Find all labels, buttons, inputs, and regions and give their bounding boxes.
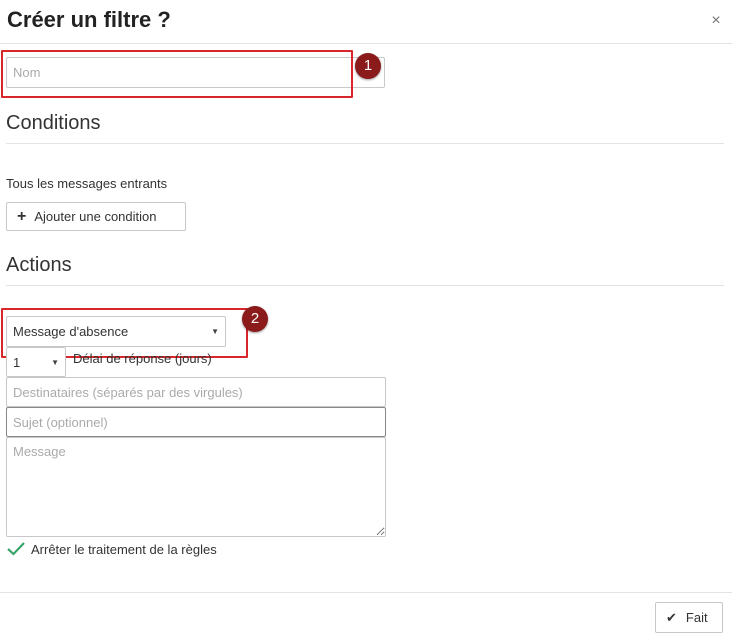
- delay-days-select[interactable]: 1 ▼: [6, 347, 66, 377]
- plus-icon: +: [17, 207, 27, 225]
- checkmark-icon: [7, 542, 25, 556]
- done-label: Fait: [685, 610, 708, 625]
- annotation-badge-1: 1: [355, 53, 381, 79]
- done-button[interactable]: ✔ Fait: [655, 602, 723, 633]
- close-icon[interactable]: ×: [707, 10, 725, 32]
- stop-processing-checkbox[interactable]: Arrêter le traitement de la règles: [6, 541, 217, 557]
- conditions-description: Tous les messages entrants: [6, 176, 168, 191]
- footer-divider: [0, 592, 732, 593]
- delay-days-label: Délai de réponse (jours): [73, 351, 212, 366]
- annotation-badge-2: 2: [242, 306, 268, 332]
- actions-divider: [6, 285, 724, 286]
- add-condition-button[interactable]: + Ajouter une condition: [6, 202, 186, 231]
- conditions-divider: [6, 143, 724, 144]
- subject-input[interactable]: [6, 407, 386, 437]
- annotation-highlight-1: [1, 50, 353, 98]
- message-textarea[interactable]: [6, 437, 386, 537]
- title-divider: [0, 43, 732, 44]
- conditions-heading: Conditions: [6, 112, 101, 134]
- delay-days-value: 1: [13, 354, 21, 370]
- add-condition-label: Ajouter une condition: [34, 209, 157, 224]
- actions-heading: Actions: [6, 254, 72, 276]
- checkmark-icon: ✔: [666, 609, 677, 625]
- chevron-down-icon: ▼: [51, 357, 59, 367]
- stop-processing-label: Arrêter le traitement de la règles: [31, 541, 217, 557]
- recipients-input[interactable]: [6, 377, 386, 407]
- dialog-title: Créer un filtre ?: [7, 7, 171, 32]
